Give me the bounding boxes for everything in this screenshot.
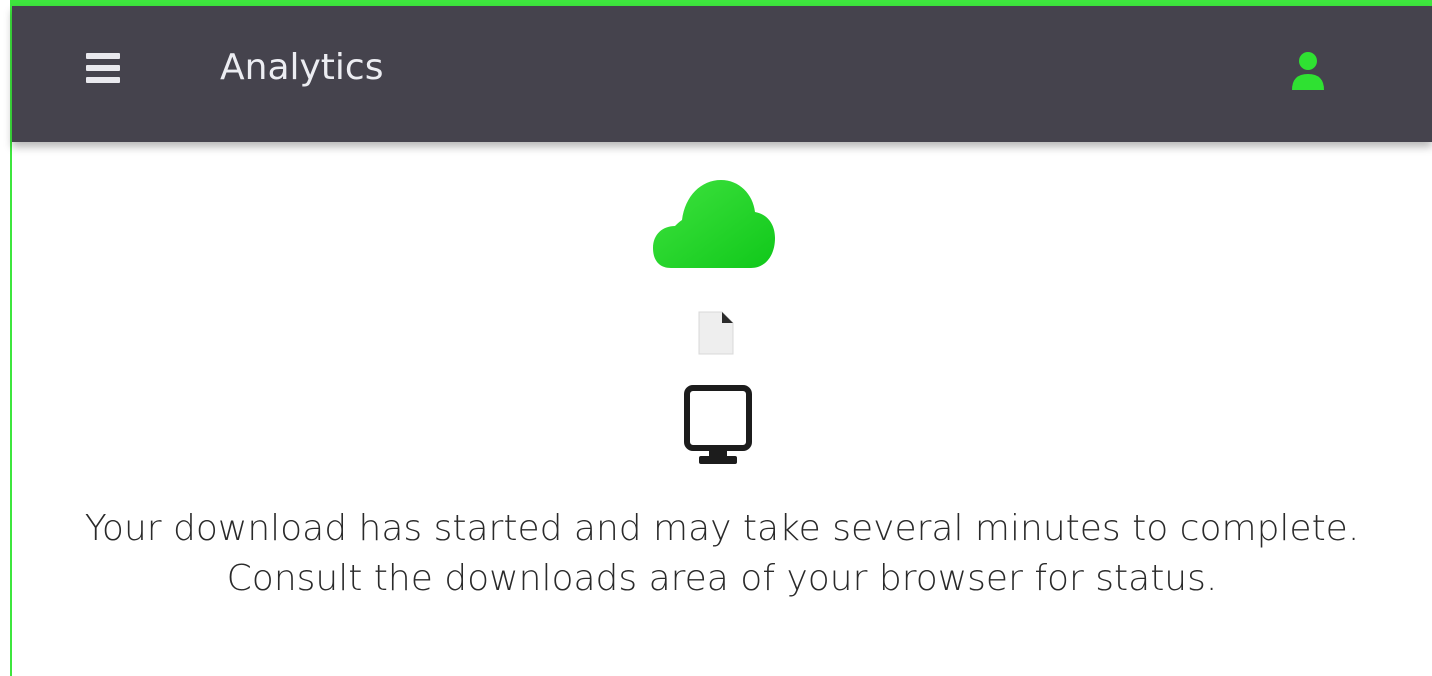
user-icon[interactable] (1288, 50, 1328, 92)
download-status-panel: Your download has started and may take s… (12, 142, 1432, 676)
app-window: Analytics Your download has started and … (0, 0, 1432, 676)
file-icon (696, 310, 736, 356)
cloud-icon (653, 180, 775, 272)
hamburger-menu-icon[interactable] (86, 50, 126, 86)
page-title: Analytics (220, 47, 384, 88)
download-status-message: Your download has started and may take s… (12, 504, 1432, 604)
monitor-icon (683, 384, 753, 466)
app-header: Analytics (12, 6, 1432, 142)
status-message-line-2: Consult the downloads area of your brows… (226, 558, 1218, 599)
status-message-line-1: Your download has started and may take s… (84, 508, 1360, 549)
